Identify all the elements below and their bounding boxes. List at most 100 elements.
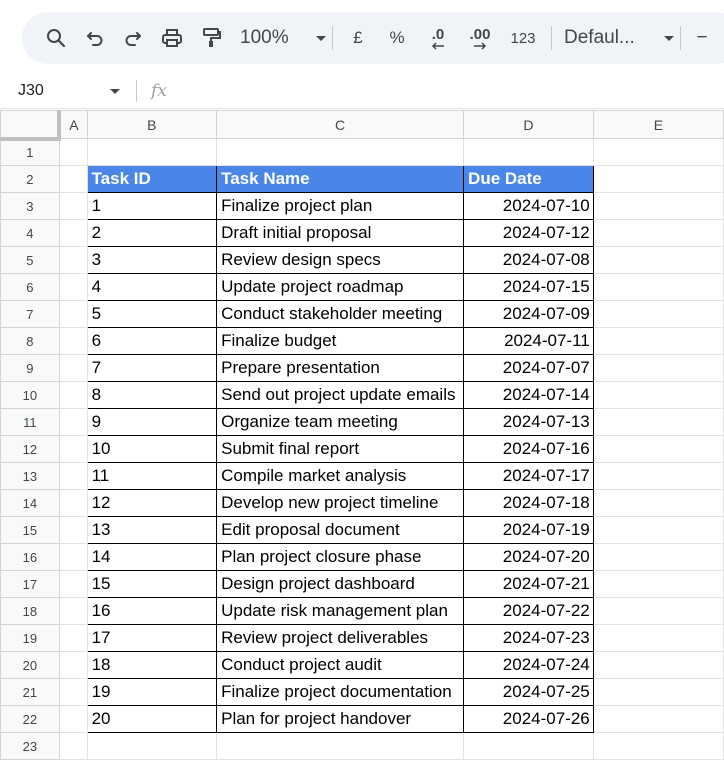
- task-id-cell[interactable]: 8: [86, 381, 218, 409]
- cell-empty[interactable]: [592, 435, 724, 463]
- task-id-cell[interactable]: 20: [86, 705, 218, 733]
- table-header-due-date[interactable]: Due Date: [463, 165, 594, 193]
- cell-empty[interactable]: [592, 192, 724, 220]
- task-name-cell[interactable]: Update risk management plan: [216, 597, 465, 625]
- table-header-task-name[interactable]: Task Name: [216, 165, 465, 193]
- font-select[interactable]: Defaul...: [558, 20, 674, 56]
- task-id-cell[interactable]: 2: [86, 219, 218, 247]
- task-name-cell[interactable]: Develop new project timeline: [216, 489, 465, 517]
- cell-empty[interactable]: [592, 219, 724, 247]
- task-name-cell[interactable]: Draft initial proposal: [216, 219, 465, 247]
- due-date-cell[interactable]: 2024-07-09: [463, 300, 594, 328]
- task-name-cell[interactable]: Update project roadmap: [216, 273, 465, 301]
- task-id-cell[interactable]: 3: [86, 246, 218, 274]
- cell-empty[interactable]: [58, 381, 88, 409]
- cell-empty[interactable]: [592, 732, 724, 760]
- row-header[interactable]: 2: [0, 165, 60, 193]
- task-id-cell[interactable]: 9: [86, 408, 218, 436]
- due-date-cell[interactable]: 2024-07-23: [463, 624, 594, 652]
- task-id-cell[interactable]: 12: [86, 489, 218, 517]
- cell-empty[interactable]: [58, 192, 88, 220]
- cell-empty[interactable]: [58, 246, 88, 274]
- due-date-cell[interactable]: 2024-07-10: [463, 192, 594, 220]
- task-id-cell[interactable]: 6: [86, 327, 218, 355]
- row-header[interactable]: 21: [0, 678, 60, 706]
- task-name-cell[interactable]: Conduct project audit: [216, 651, 465, 679]
- cell-empty[interactable]: [592, 462, 724, 490]
- zoom-select[interactable]: 100%: [240, 20, 326, 56]
- task-id-cell[interactable]: 5: [86, 300, 218, 328]
- due-date-cell[interactable]: 2024-07-19: [463, 516, 594, 544]
- task-id-cell[interactable]: 15: [86, 570, 218, 598]
- row-header[interactable]: 9: [0, 354, 60, 382]
- print-button[interactable]: [152, 20, 192, 56]
- due-date-cell[interactable]: 2024-07-08: [463, 246, 594, 274]
- currency-format-button[interactable]: £: [339, 20, 377, 56]
- cell-empty[interactable]: [216, 138, 465, 166]
- due-date-cell[interactable]: 2024-07-24: [463, 651, 594, 679]
- cell-empty[interactable]: [592, 381, 724, 409]
- task-id-cell[interactable]: 4: [86, 273, 218, 301]
- cell-empty[interactable]: [463, 732, 594, 760]
- cell-empty[interactable]: [592, 138, 724, 166]
- row-header[interactable]: 10: [0, 381, 60, 409]
- row-header[interactable]: 1: [0, 138, 60, 166]
- row-header[interactable]: 7: [0, 300, 60, 328]
- cell-empty[interactable]: [58, 678, 88, 706]
- task-name-cell[interactable]: Plan project closure phase: [216, 543, 465, 571]
- task-id-cell[interactable]: 16: [86, 597, 218, 625]
- row-header[interactable]: 22: [0, 705, 60, 733]
- task-id-cell[interactable]: 18: [86, 651, 218, 679]
- task-id-cell[interactable]: 17: [86, 624, 218, 652]
- cell-empty[interactable]: [592, 300, 724, 328]
- row-header[interactable]: 8: [0, 327, 60, 355]
- task-name-cell[interactable]: Review design specs: [216, 246, 465, 274]
- column-header-b[interactable]: B: [86, 110, 218, 139]
- decrease-font-size-button[interactable]: −: [687, 20, 717, 56]
- task-name-cell[interactable]: Finalize project plan: [216, 192, 465, 220]
- cell-empty[interactable]: [58, 219, 88, 247]
- cell-empty[interactable]: [592, 651, 724, 679]
- cell-empty[interactable]: [58, 516, 88, 544]
- spreadsheet-grid[interactable]: A B C D E 1 2 Task ID Task Name Due Date 3 1 Fi…: [0, 110, 724, 760]
- cell-empty[interactable]: [58, 705, 88, 733]
- cell-empty[interactable]: [58, 732, 88, 760]
- task-id-cell[interactable]: 14: [86, 543, 218, 571]
- due-date-cell[interactable]: 2024-07-21: [463, 570, 594, 598]
- table-header-task-id[interactable]: Task ID: [86, 165, 218, 193]
- cell-empty[interactable]: [58, 651, 88, 679]
- task-name-cell[interactable]: Plan for project handover: [216, 705, 465, 733]
- undo-button[interactable]: [76, 20, 114, 56]
- task-name-cell[interactable]: Finalize budget: [216, 327, 465, 355]
- due-date-cell[interactable]: 2024-07-14: [463, 381, 594, 409]
- increase-decimal-button[interactable]: .00: [459, 20, 501, 56]
- task-name-cell[interactable]: Prepare presentation: [216, 354, 465, 382]
- task-name-cell[interactable]: Organize team meeting: [216, 408, 465, 436]
- cell-empty[interactable]: [216, 732, 465, 760]
- cell-empty[interactable]: [58, 489, 88, 517]
- cell-empty[interactable]: [592, 624, 724, 652]
- cell-empty[interactable]: [592, 489, 724, 517]
- task-name-cell[interactable]: Compile market analysis: [216, 462, 465, 490]
- task-id-cell[interactable]: 13: [86, 516, 218, 544]
- due-date-cell[interactable]: 2024-07-11: [463, 327, 594, 355]
- cell-empty[interactable]: [463, 138, 594, 166]
- select-all-corner[interactable]: [0, 110, 62, 141]
- task-id-cell[interactable]: 1: [86, 192, 218, 220]
- due-date-cell[interactable]: 2024-07-13: [463, 408, 594, 436]
- row-header[interactable]: 23: [0, 732, 60, 760]
- cell-empty[interactable]: [58, 165, 88, 193]
- row-header[interactable]: 3: [0, 192, 60, 220]
- task-name-cell[interactable]: Design project dashboard: [216, 570, 465, 598]
- row-header[interactable]: 13: [0, 462, 60, 490]
- cell-empty[interactable]: [58, 462, 88, 490]
- cell-empty[interactable]: [592, 165, 724, 193]
- cell-empty[interactable]: [592, 516, 724, 544]
- decrease-decimal-button[interactable]: .0: [417, 20, 459, 56]
- row-header[interactable]: 11: [0, 408, 60, 436]
- due-date-cell[interactable]: 2024-07-18: [463, 489, 594, 517]
- cell-empty[interactable]: [592, 597, 724, 625]
- column-header-c[interactable]: C: [216, 110, 465, 139]
- due-date-cell[interactable]: 2024-07-07: [463, 354, 594, 382]
- cell-empty[interactable]: [58, 138, 88, 166]
